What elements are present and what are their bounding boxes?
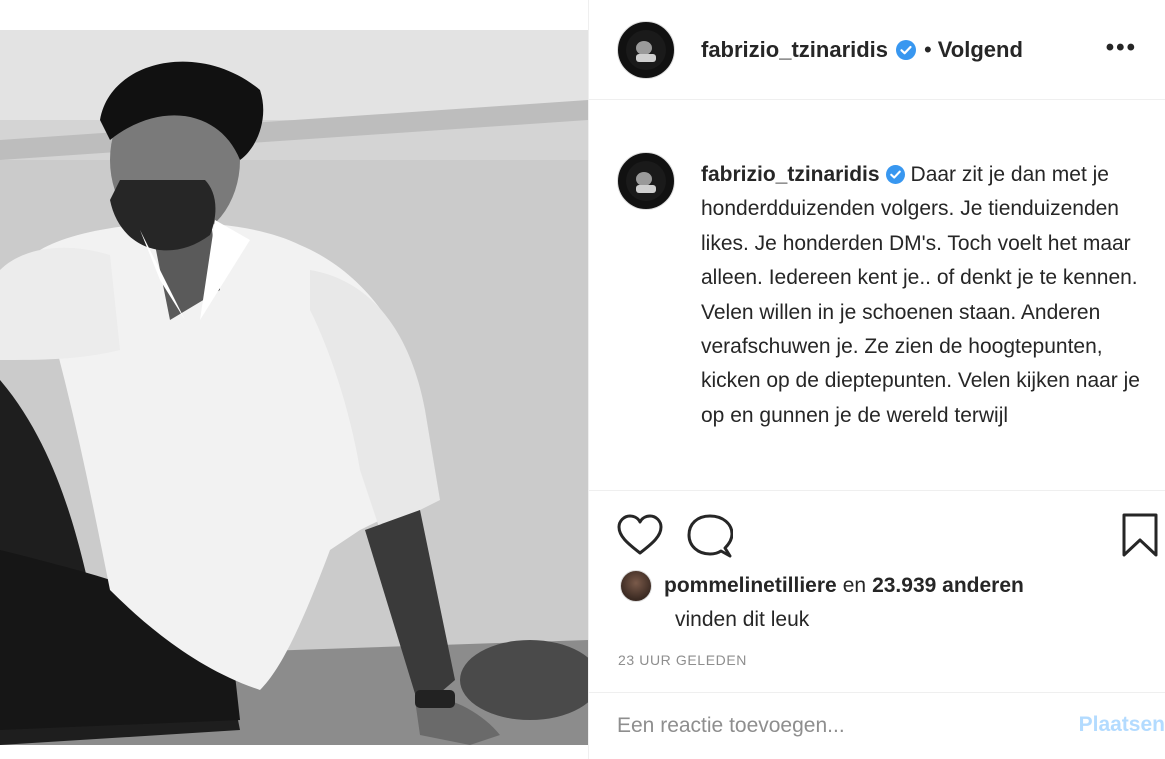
caption-section: fabrizio_tzinaridis Daar zit je dan met j… (589, 140, 1165, 490)
verified-badge-icon (896, 39, 917, 60)
avatar-image (626, 29, 666, 70)
actions-divider (589, 490, 1165, 491)
verified-badge-icon (885, 165, 905, 184)
comment-bar: Plaatsen (589, 693, 1165, 759)
likes-summary: pommelinetilliere en 23.939 anderen vind… (620, 570, 1140, 632)
likes-connector: en (842, 574, 867, 597)
follow-status-button[interactable]: Volgend (938, 37, 1023, 63)
post-timestamp[interactable]: 23 UUR GELEDEN (618, 652, 747, 668)
post-photo-illustration (0, 30, 588, 745)
caption-author-avatar[interactable] (617, 152, 675, 210)
caption-body: Daar zit je dan met je honderdduizenden … (701, 163, 1140, 427)
heart-icon[interactable] (617, 514, 663, 561)
post-comment-button[interactable]: Plaatsen (1079, 713, 1165, 737)
comment-icon[interactable] (687, 514, 734, 563)
more-options-icon[interactable]: ••• (1106, 36, 1137, 60)
caption-username[interactable]: fabrizio_tzinaridis (701, 163, 880, 186)
caption-text: fabrizio_tzinaridis Daar zit je dan met j… (701, 158, 1151, 490)
bookmark-icon[interactable] (1121, 512, 1159, 563)
avatar-image (626, 161, 666, 201)
action-bar (589, 510, 1165, 562)
header-dot-separator: • (924, 36, 932, 62)
likes-count[interactable]: 23.939 anderen (872, 574, 1024, 598)
post-header: fabrizio_tzinaridis • Volgend ••• (589, 0, 1165, 100)
liker-avatar[interactable] (620, 570, 652, 602)
comment-input[interactable] (617, 709, 1017, 743)
post-photo[interactable] (0, 30, 588, 745)
likes-suffix: vinden dit leuk (675, 608, 810, 631)
liker-username[interactable]: pommelinetilliere (664, 574, 837, 598)
author-username[interactable]: fabrizio_tzinaridis (701, 37, 888, 63)
author-avatar[interactable] (617, 20, 675, 79)
